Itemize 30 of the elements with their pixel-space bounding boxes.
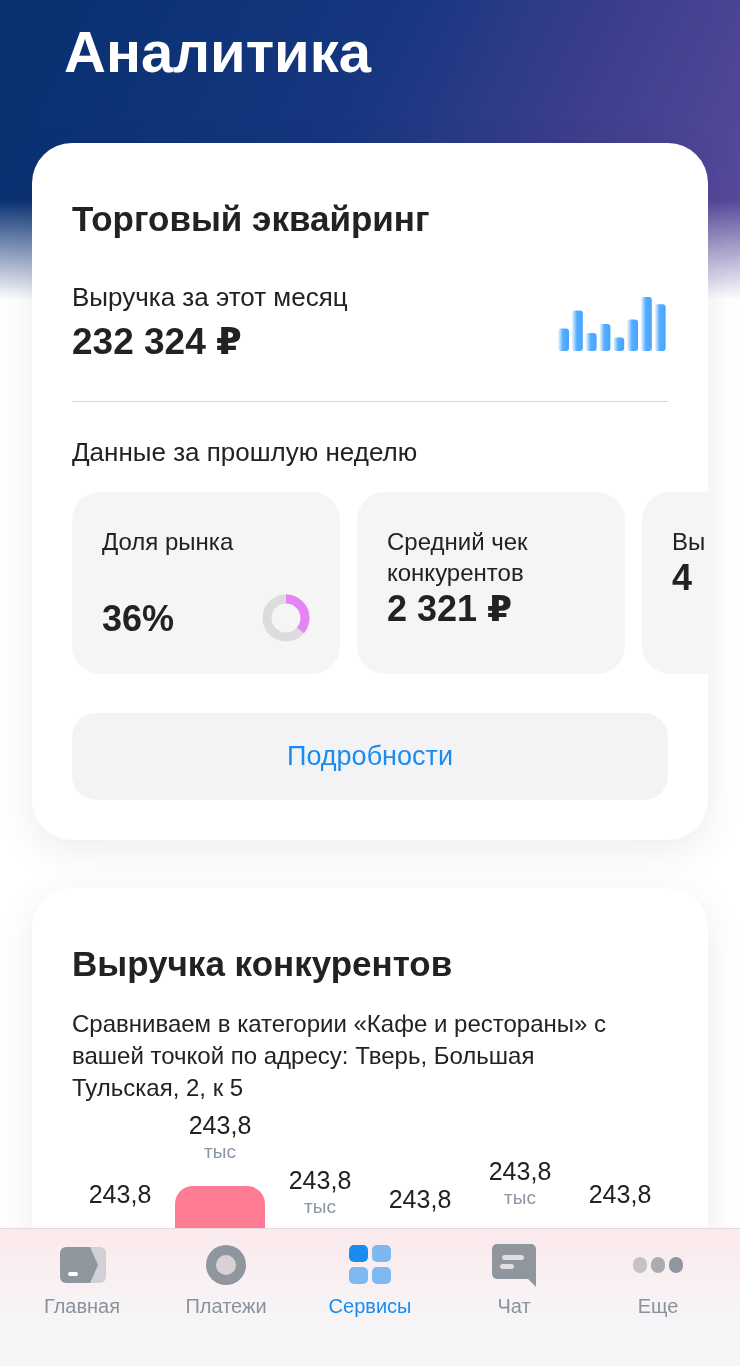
donut-icon [262, 594, 310, 642]
screen-title: Аналитика [63, 18, 373, 86]
bar-value: 243,8 [388, 1185, 452, 1212]
bar-value: 243,8 [288, 1167, 352, 1194]
revenue-value: 232 324 ₽ [72, 320, 243, 364]
bar-unit: тыс [204, 1140, 236, 1164]
revenue-label: Выручка за этот месяц [72, 281, 348, 313]
period-label: Данные за прошлую неделю [72, 436, 419, 468]
bar-value: 243,8 [88, 1181, 152, 1207]
tab[interactable]: Еще [598, 1243, 718, 1366]
bar-unit: тыс [504, 1186, 536, 1210]
tab[interactable]: Сервисы [310, 1243, 430, 1366]
details-button[interactable]: Подробности [72, 713, 668, 800]
bar-chart-icon [558, 295, 668, 351]
tab[interactable]: Платежи [166, 1243, 286, 1366]
tab[interactable]: Чат [454, 1243, 574, 1366]
metric-label: Доля рынка [102, 527, 235, 557]
metric-value: 4 [672, 557, 694, 599]
metric-label: Средний чек конкурентов [387, 527, 529, 588]
bar-value: 243,8 [188, 1112, 252, 1138]
bar-value: 243,8 [488, 1158, 552, 1184]
bar-unit: тыс [304, 1195, 336, 1220]
tab[interactable]: Главная [22, 1243, 142, 1366]
metric-value: 36% [102, 598, 175, 640]
metric-value: 2 321 ₽ [387, 588, 514, 630]
card-title: Выручка конкурентов [72, 944, 454, 984]
description: Сравниваем в категории «Кафе и рестораны» с вашей точкой по адресу: Тверь, Большая Тульская, 2, к 5 [72, 1009, 607, 1103]
metric-label: Вы [672, 527, 707, 557]
bar-value: 243,8 [588, 1181, 652, 1207]
card-title: Торговый эквайринг [72, 199, 431, 239]
